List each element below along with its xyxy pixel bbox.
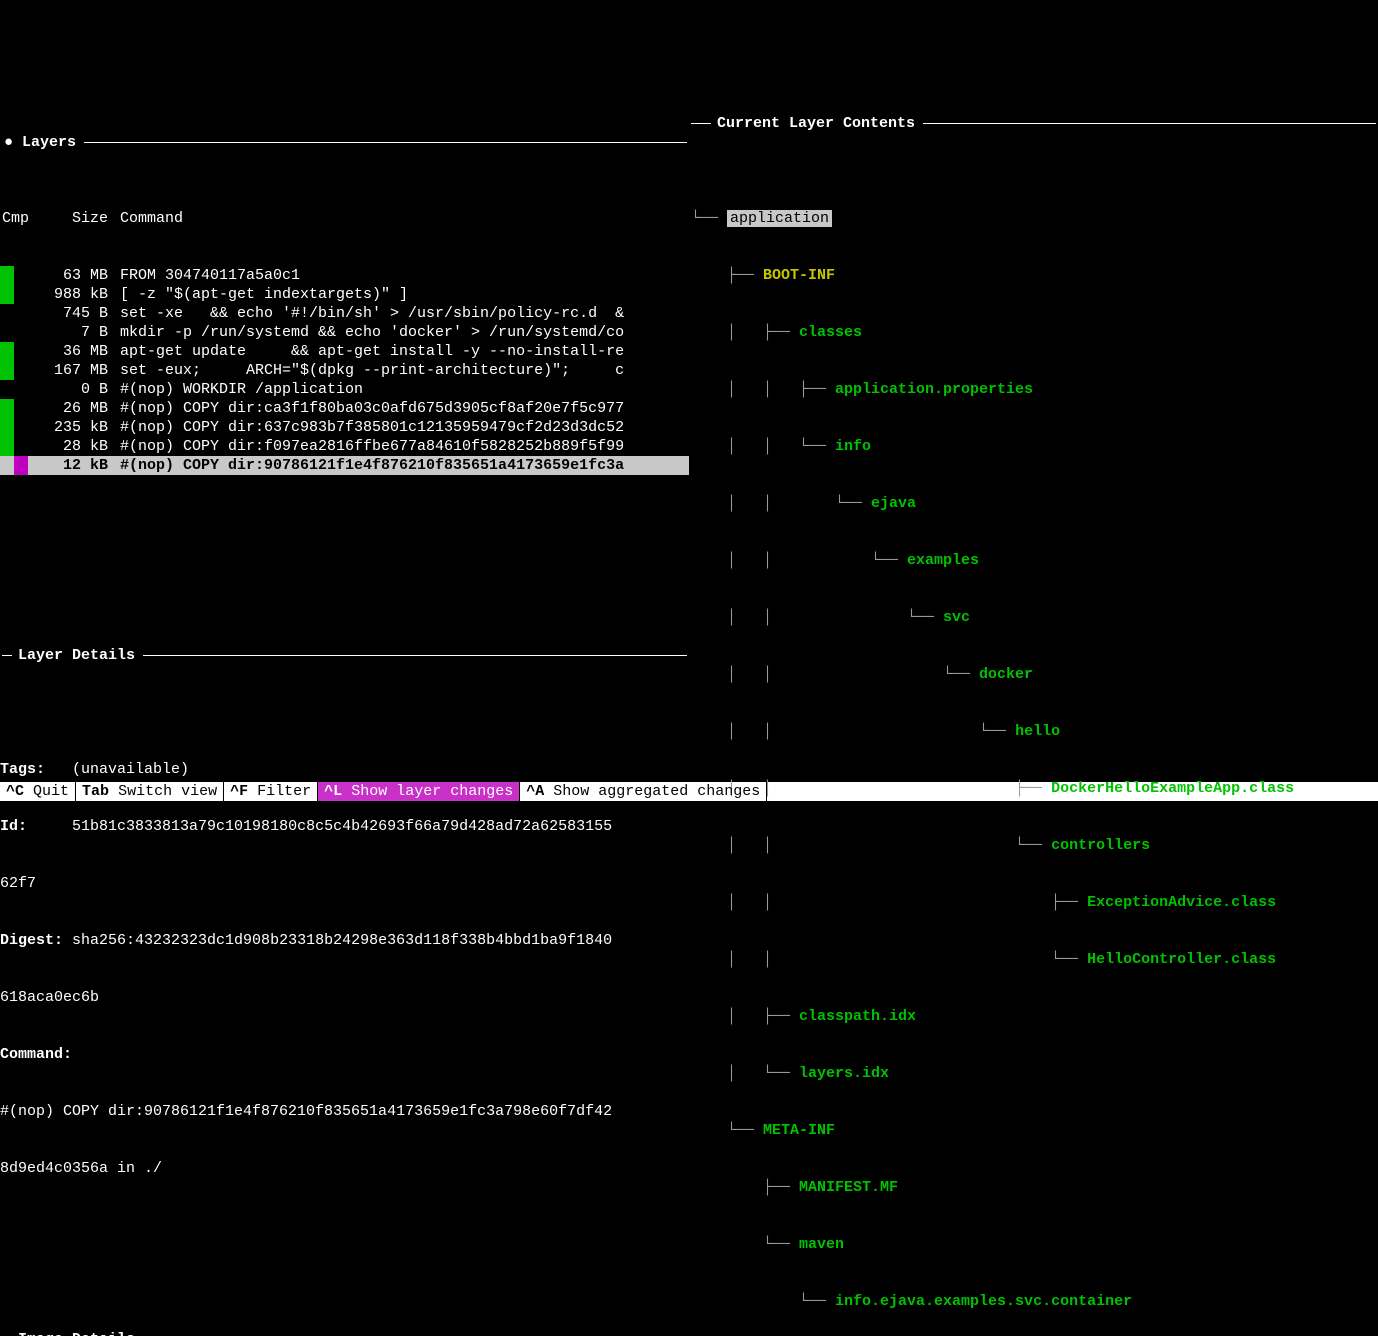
digest-line: Digest: sha256:43232323dc1d908b23318b242… bbox=[0, 931, 689, 950]
layer-details-header: Layer Details bbox=[0, 646, 689, 665]
image-details-header: Image Details bbox=[0, 1330, 689, 1336]
layer-command: #(nop) WORKDIR /application bbox=[112, 380, 689, 399]
layer-row[interactable]: 745 Bset -xe && echo '#!/bin/sh' > /usr/… bbox=[0, 304, 689, 323]
layer-details-title: Layer Details bbox=[14, 646, 139, 665]
layer-size: 235 kB bbox=[28, 418, 112, 437]
layer-row[interactable]: 988 kB[ -z "$(apt-get indextargets)" ] bbox=[0, 285, 689, 304]
tree-classpath-idx[interactable]: classpath.idx bbox=[799, 1008, 916, 1025]
cmp-indicator bbox=[0, 304, 28, 323]
tree-hello-ctrl[interactable]: HelloController.class bbox=[1087, 951, 1276, 968]
cmp-indicator bbox=[0, 342, 28, 361]
cmp-indicator bbox=[0, 266, 28, 285]
size-header: Size bbox=[28, 209, 112, 228]
cmp-indicator bbox=[0, 323, 28, 342]
tree-classes[interactable]: classes bbox=[799, 324, 862, 341]
footer-filter[interactable]: ^F Filter bbox=[224, 782, 318, 801]
layer-row[interactable]: 63 MBFROM 304740117a5a0c1 bbox=[0, 266, 689, 285]
command-value-2: 8d9ed4c0356a in ./ bbox=[0, 1159, 689, 1178]
tree-info[interactable]: info bbox=[835, 438, 871, 455]
layer-command: set -eux; ARCH="$(dpkg --print-architect… bbox=[112, 361, 689, 380]
layer-row[interactable]: 26 MB#(nop) COPY dir:ca3f1f80ba03c0afd67… bbox=[0, 399, 689, 418]
layers-title: ● Layers bbox=[0, 133, 80, 152]
layer-command: #(nop) COPY dir:ca3f1f80ba03c0afd675d390… bbox=[112, 399, 689, 418]
cmp-indicator bbox=[0, 418, 28, 437]
file-tree[interactable]: └── application ├── BOOT-INF │ ├── class… bbox=[689, 171, 1378, 1336]
tree-svc[interactable]: svc bbox=[943, 609, 970, 626]
footer-layer-changes[interactable]: ^L Show layer changes bbox=[318, 782, 520, 801]
layer-command: set -xe && echo '#!/bin/sh' > /usr/sbin/… bbox=[112, 304, 689, 323]
footer-quit[interactable]: ^C Quit bbox=[0, 782, 76, 801]
tree-hello[interactable]: hello bbox=[1015, 723, 1060, 740]
tree-manifest[interactable]: MANIFEST.MF bbox=[799, 1179, 898, 1196]
id-line: Id: 51b81c3833813a79c10198180c8c5c4b4269… bbox=[0, 817, 689, 836]
tree-docker[interactable]: docker bbox=[979, 666, 1033, 683]
footer-switch-view[interactable]: Tab Switch view bbox=[76, 782, 224, 801]
layer-command: #(nop) COPY dir:f097ea2816ffbe677a84610f… bbox=[112, 437, 689, 456]
tree-layers-idx[interactable]: layers.idx bbox=[799, 1065, 889, 1082]
tree-meta-inf[interactable]: META-INF bbox=[763, 1122, 835, 1139]
layer-command: apt-get update && apt-get install -y --n… bbox=[112, 342, 689, 361]
footer-aggregated-changes[interactable]: ^A Show aggregated changes bbox=[520, 782, 767, 801]
layer-row[interactable]: 36 MBapt-get update && apt-get install -… bbox=[0, 342, 689, 361]
layer-size: 745 B bbox=[28, 304, 112, 323]
layers-list[interactable]: 63 MBFROM 304740117a5a0c1988 kB[ -z "$(a… bbox=[0, 266, 689, 475]
layer-command: [ -z "$(apt-get indextargets)" ] bbox=[112, 285, 689, 304]
layer-size: 988 kB bbox=[28, 285, 112, 304]
layer-row[interactable]: 0 B#(nop) WORKDIR /application bbox=[0, 380, 689, 399]
cmp-indicator bbox=[0, 399, 28, 418]
layer-size: 36 MB bbox=[28, 342, 112, 361]
tree-app-class[interactable]: DockerHelloExampleApp.class bbox=[1051, 780, 1294, 797]
tree-ejava[interactable]: ejava bbox=[871, 495, 916, 512]
tree-maven-pkg[interactable]: info.ejava.examples.svc.container bbox=[835, 1293, 1132, 1310]
layer-row[interactable]: 12 kB#(nop) COPY dir:90786121f1e4f876210… bbox=[0, 456, 689, 475]
layer-command: mkdir -p /run/systemd && echo 'docker' >… bbox=[112, 323, 689, 342]
layers-panel-header: ● Layers bbox=[0, 133, 689, 152]
tree-boot-inf[interactable]: BOOT-INF bbox=[763, 267, 835, 284]
layer-size: 12 kB bbox=[28, 456, 112, 475]
command-header: Command bbox=[112, 209, 689, 228]
layer-size: 26 MB bbox=[28, 399, 112, 418]
contents-panel-header: Current Layer Contents bbox=[689, 114, 1378, 133]
command-value-1: #(nop) COPY dir:90786121f1e4f876210f8356… bbox=[0, 1102, 689, 1121]
cmp-indicator bbox=[0, 437, 28, 456]
cmp-indicator bbox=[0, 285, 28, 304]
layer-row[interactable]: 7 Bmkdir -p /run/systemd && echo 'docker… bbox=[0, 323, 689, 342]
layer-command: FROM 304740117a5a0c1 bbox=[112, 266, 689, 285]
id-line-2: 62f7 bbox=[0, 874, 689, 893]
tree-maven[interactable]: maven bbox=[799, 1236, 844, 1253]
layer-row[interactable]: 167 MBset -eux; ARCH="$(dpkg --print-arc… bbox=[0, 361, 689, 380]
tree-exc-advice[interactable]: ExceptionAdvice.class bbox=[1087, 894, 1276, 911]
cmp-indicator bbox=[0, 380, 28, 399]
tree-controllers[interactable]: controllers bbox=[1051, 837, 1150, 854]
contents-title: Current Layer Contents bbox=[713, 114, 919, 133]
layer-command: #(nop) COPY dir:90786121f1e4f876210f8356… bbox=[112, 456, 689, 475]
tree-application[interactable]: application bbox=[727, 210, 832, 227]
layer-size: 167 MB bbox=[28, 361, 112, 380]
layer-row[interactable]: 235 kB#(nop) COPY dir:637c983b7f385801c1… bbox=[0, 418, 689, 437]
image-details-title: Image Details bbox=[14, 1330, 139, 1336]
cmp-indicator bbox=[0, 456, 28, 475]
digest-line-2: 618aca0ec6b bbox=[0, 988, 689, 1007]
tags-line: Tags: (unavailable) bbox=[0, 760, 689, 779]
layer-size: 0 B bbox=[28, 380, 112, 399]
left-panel: ● Layers Cmp Size Command 63 MBFROM 3047… bbox=[0, 76, 689, 725]
layer-row[interactable]: 28 kB#(nop) COPY dir:f097ea2816ffbe677a8… bbox=[0, 437, 689, 456]
layer-command: #(nop) COPY dir:637c983b7f385801c1213595… bbox=[112, 418, 689, 437]
right-panel: Current Layer Contents └── application ├… bbox=[689, 76, 1378, 725]
cmp-header: Cmp bbox=[0, 209, 28, 228]
command-label: Command: bbox=[0, 1045, 689, 1064]
layer-size: 28 kB bbox=[28, 437, 112, 456]
tree-examples[interactable]: examples bbox=[907, 552, 979, 569]
cmp-indicator bbox=[0, 361, 28, 380]
tree-app-props[interactable]: application.properties bbox=[835, 381, 1033, 398]
layer-size: 63 MB bbox=[28, 266, 112, 285]
layers-columns-header: Cmp Size Command bbox=[0, 209, 689, 228]
layer-size: 7 B bbox=[28, 323, 112, 342]
